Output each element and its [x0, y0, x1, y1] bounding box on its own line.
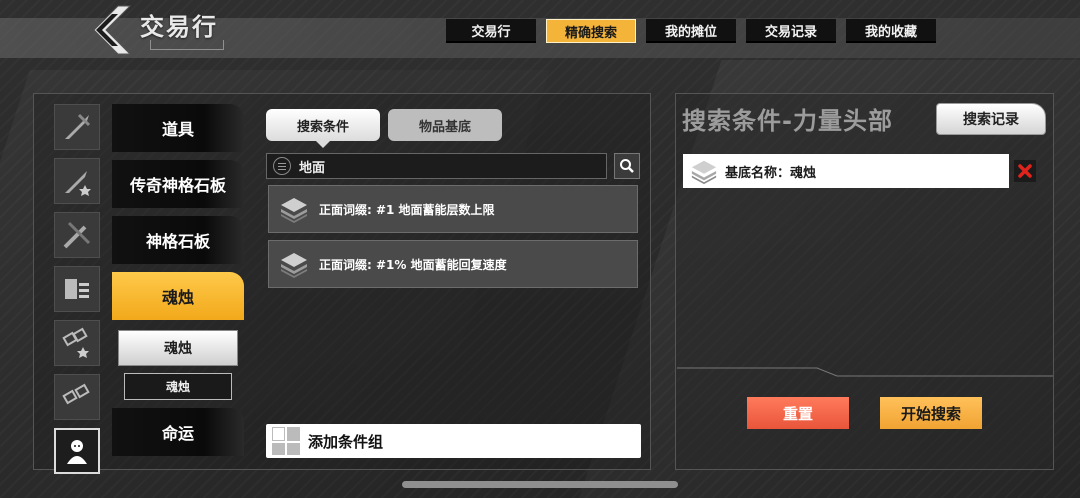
reset-button[interactable]: 重置 [747, 397, 849, 429]
divider [677, 367, 1053, 377]
subcategory-soul-candle[interactable]: 魂烛 [118, 330, 238, 366]
link-icon[interactable] [54, 374, 100, 420]
layers-icon [683, 157, 725, 185]
search-input[interactable] [299, 158, 589, 174]
add-condition-group-label: 添加条件组 [308, 432, 384, 451]
sword-star-icon[interactable] [54, 158, 100, 204]
card-stack-icon[interactable] [54, 266, 100, 312]
category-list: 道具 传奇神格石板 神格石板 魂烛 [112, 104, 244, 328]
tab-my-favorites[interactable]: 我的收藏 [846, 19, 936, 43]
tab-trade-records[interactable]: 交易记录 [746, 19, 836, 43]
tab-item-base[interactable]: 物品基底 [388, 109, 502, 141]
delete-condition-button[interactable] [1014, 160, 1036, 182]
category-legendary-divinity-slate[interactable]: 传奇神格石板 [112, 160, 244, 208]
grid-icon [272, 427, 300, 455]
search-field [266, 153, 607, 179]
result-text: 正面词缀: #1 地面蓄能层数上限 [319, 202, 495, 217]
category-fate[interactable]: 命运 [112, 408, 244, 456]
tab-trading-house[interactable]: 交易行 [446, 19, 536, 43]
sword-slash-icon[interactable] [54, 104, 100, 150]
layers-icon [269, 249, 319, 279]
add-condition-group-button[interactable]: 添加条件组 [266, 424, 641, 458]
search-history-button[interactable]: 搜索记录 [936, 103, 1046, 135]
category-icon-column [54, 104, 102, 482]
link-star-icon[interactable] [54, 320, 100, 366]
category-soul-candle[interactable]: 魂烛 [112, 272, 244, 320]
condition-text: 基底名称：魂烛 [725, 165, 817, 181]
subcategory-soul-candle-item[interactable]: 魂烛 [124, 373, 232, 400]
category-divinity-slate[interactable]: 神格石板 [112, 216, 244, 264]
search-button[interactable] [614, 153, 640, 179]
result-text: 正面词缀: #1% 地面蓄能回复速度 [319, 257, 507, 272]
title-decoration [150, 40, 224, 50]
header-bar: 交易行 交易行 精确搜索 我的摊位 交易记录 我的收藏 [0, 0, 1080, 60]
sword-cross-icon[interactable] [54, 212, 100, 258]
ghost-portrait-icon[interactable] [54, 428, 100, 474]
top-tabs: 交易行 精确搜索 我的摊位 交易记录 我的收藏 [446, 19, 936, 43]
tab-my-stall[interactable]: 我的摊位 [646, 19, 736, 43]
search-result-item[interactable]: 正面词缀: #1 地面蓄能层数上限 [268, 185, 638, 233]
layers-icon [269, 194, 319, 224]
tab-search-conditions[interactable]: 搜索条件 [266, 109, 380, 141]
home-indicator[interactable] [402, 481, 678, 488]
page-title: 交易行 [140, 13, 218, 41]
right-panel [675, 93, 1054, 470]
close-icon [1018, 164, 1032, 178]
back-button[interactable] [88, 4, 132, 56]
search-result-item[interactable]: 正面词缀: #1% 地面蓄能回复速度 [268, 240, 638, 288]
chevron-left-icon [93, 5, 132, 55]
condition-card: 基底名称：魂烛 [683, 154, 1009, 188]
start-search-button[interactable]: 开始搜索 [880, 397, 982, 429]
search-icon [620, 159, 634, 173]
search-conditions-title: 搜索条件-力量头部 [682, 107, 893, 135]
list-icon [273, 157, 291, 175]
tab-precise-search[interactable]: 精确搜索 [546, 19, 636, 43]
category-props[interactable]: 道具 [112, 104, 244, 152]
